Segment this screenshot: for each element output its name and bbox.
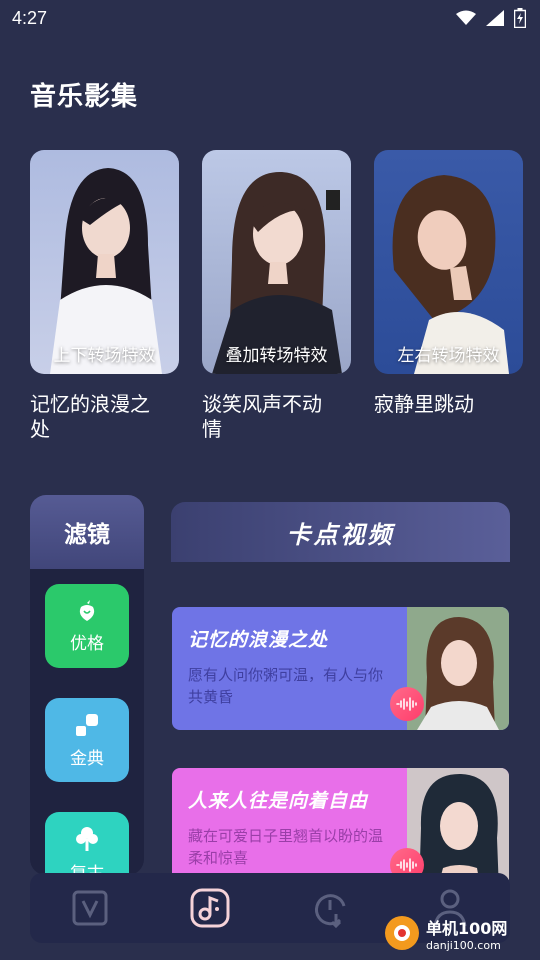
filter-label: 优格	[70, 633, 104, 654]
shapes-icon	[76, 713, 98, 736]
nav-item-timer[interactable]	[300, 878, 360, 938]
album-effect-label: 上下转场特效	[53, 346, 156, 366]
beat-card-title: 记忆的浪漫之处	[188, 629, 329, 651]
beat-video-card[interactable]: 记忆的浪漫之处 愿有人问你粥可温，有人与你共黄昏	[172, 607, 509, 730]
filter-button-yogurt[interactable]: 优格	[45, 584, 129, 668]
album-name: 记忆的浪漫之处	[30, 392, 150, 441]
nav-item-video[interactable]	[60, 878, 120, 938]
watermark-text: 单机100网 danji100.com	[426, 915, 507, 952]
filter-button-retro[interactable]: 复古	[45, 812, 129, 875]
album-card[interactable]: 叠加转场特效 谈笑风声不动情	[202, 150, 351, 442]
beat-card-photo	[407, 607, 509, 730]
album-card[interactable]: 左右转场特效 寂静里跳动	[374, 150, 523, 417]
signal-icon	[486, 10, 504, 26]
watermark-line2: danji100.com	[426, 938, 501, 952]
album-photo: 上下转场特效	[30, 150, 179, 374]
album-photo: 叠加转场特效	[202, 150, 351, 374]
battery-icon	[514, 8, 526, 28]
album-name: 谈笑风声不动情	[202, 392, 322, 441]
music-icon	[190, 888, 230, 928]
status-bar: 4:27	[0, 0, 540, 36]
album-photo: 左右转场特效	[374, 150, 523, 374]
wifi-icon	[456, 10, 476, 25]
tree-icon	[76, 826, 98, 851]
status-time: 4:27	[12, 7, 48, 28]
watermark-logo-icon	[385, 916, 419, 950]
filter-title: 滤镜	[30, 495, 144, 569]
nav-item-music[interactable]	[180, 878, 240, 938]
beat-video-header: 卡点视频	[171, 502, 510, 562]
watermark-line1: 单机100网	[426, 918, 508, 938]
beat-card-subtitle: 藏在可爱日子里翘首以盼的温柔和惊喜	[188, 827, 384, 867]
filter-panel: 滤镜 优格 金典 复古	[30, 495, 144, 875]
fruit-icon	[79, 599, 95, 621]
video-icon	[72, 890, 108, 926]
album-effect-label: 叠加转场特效	[225, 346, 328, 366]
filter-label: 金典	[70, 748, 104, 769]
beat-card-text: 记忆的浪漫之处 愿有人问你粥可温，有人与你共黄昏	[172, 607, 408, 730]
timer-icon	[315, 894, 346, 928]
audio-wave-icon	[390, 687, 424, 721]
album-list: 上下转场特效 记忆的浪漫之处 叠加转场特效 谈笑风声不动情 左右转场特效 寂静里…	[30, 150, 540, 450]
album-card[interactable]: 上下转场特效 记忆的浪漫之处	[30, 150, 179, 442]
music-album-title: 音乐影集	[30, 82, 139, 112]
album-name: 寂静里跳动	[374, 392, 474, 416]
filter-button-classic[interactable]: 金典	[45, 698, 129, 782]
beat-card-title: 人来人往是向着自由	[188, 790, 369, 812]
status-icons	[456, 8, 526, 28]
album-effect-label: 左右转场特效	[397, 346, 500, 366]
watermark: 单机100网 danji100.com	[382, 910, 532, 956]
beat-video-title: 卡点视频	[286, 520, 395, 549]
beat-card-subtitle: 愿有人问你粥可温，有人与你共黄昏	[188, 666, 384, 706]
